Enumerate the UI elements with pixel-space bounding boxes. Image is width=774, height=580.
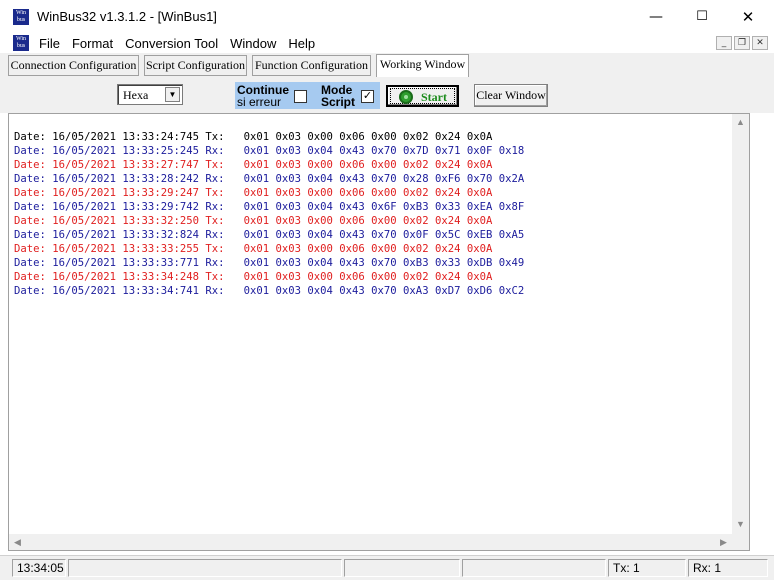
log-line: Date: 16/05/2021 13:33:28:242 Rx: 0x01 0… [14, 173, 525, 185]
continue-on-error-label-2: si erreur [237, 95, 282, 109]
logo-text-win: Win [15, 9, 27, 16]
mdi-minimize-button[interactable]: _ [716, 36, 732, 50]
scroll-down-icon[interactable]: ▼ [732, 516, 749, 533]
tab-bar: Connection Configuration Script Configur… [0, 53, 774, 77]
menu-logo-text-bus: bus [16, 43, 26, 49]
log-line: Date: 16/05/2021 13:33:25:245 Rx: 0x01 0… [14, 145, 525, 157]
mdi-close-button[interactable]: ✕ [752, 36, 768, 50]
menu-logo-text-win: Win [15, 36, 27, 42]
scroll-left-icon[interactable]: ◀ [9, 534, 26, 550]
winbus-logo-icon[interactable]: Win bus [13, 8, 29, 25]
scroll-up-icon[interactable]: ▲ [732, 114, 749, 131]
maximize-button[interactable]: ☐ [679, 0, 725, 33]
status-rx-count: Rx: 1 [688, 559, 768, 577]
status-tx-count: Tx: 1 [608, 559, 686, 577]
log-line: Date: 16/05/2021 13:33:34:248 Tx: 0x01 0… [14, 271, 493, 283]
close-button[interactable]: ✕ [725, 0, 771, 33]
options-panel: Continue si erreur Mode Script ✓ [235, 82, 380, 109]
status-bar: 13:34:05 Tx: 1 Rx: 1 [0, 555, 774, 580]
mdi-controls: _ ❐ ✕ [716, 36, 768, 50]
log-line: Date: 16/05/2021 13:33:33:255 Tx: 0x01 0… [14, 243, 493, 255]
vertical-scrollbar[interactable]: ▲ ▼ [732, 114, 749, 550]
tab-connection-configuration[interactable]: Connection Configuration [8, 55, 139, 76]
log-line: Date: 16/05/2021 13:33:34:741 Rx: 0x01 0… [14, 285, 525, 297]
tab-working-window[interactable]: Working Window [376, 54, 469, 77]
horizontal-scrollbar[interactable]: ◀ ▶ [8, 534, 750, 551]
script-mode-label-2: Script [321, 95, 356, 109]
minimize-button[interactable]: — [633, 0, 679, 33]
status-panel-empty-2 [344, 559, 460, 577]
tab-script-configuration[interactable]: Script Configuration [144, 55, 247, 76]
status-panel-empty-1 [68, 559, 342, 577]
chevron-down-icon[interactable]: ▼ [165, 87, 180, 102]
log-line: Date: 16/05/2021 13:33:27:747 Tx: 0x01 0… [14, 159, 493, 171]
format-select-value: Hexa [123, 88, 149, 102]
script-mode-checkbox[interactable]: ✓ [361, 90, 374, 103]
start-button-label: Start [421, 90, 447, 104]
log-line: Date: 16/05/2021 13:33:29:247 Tx: 0x01 0… [14, 187, 493, 199]
log-line: Date: 16/05/2021 13:33:32:250 Tx: 0x01 0… [14, 215, 493, 227]
status-panel-empty-3 [462, 559, 606, 577]
tab-function-configuration[interactable]: Function Configuration [252, 55, 371, 76]
scroll-right-icon[interactable]: ▶ [715, 534, 732, 550]
menu-conversion-tool[interactable]: Conversion Tool [119, 36, 224, 51]
menu-format[interactable]: Format [66, 36, 119, 51]
log-line: Date: 16/05/2021 13:33:24:745 Tx: 0x01 0… [14, 131, 493, 143]
status-time: 13:34:05 [12, 559, 66, 577]
start-green-icon [399, 90, 413, 104]
menu-file[interactable]: File [33, 36, 66, 51]
menu-help[interactable]: Help [282, 36, 321, 51]
format-select[interactable]: Hexa ▼ [117, 84, 183, 105]
log-content: Date: 16/05/2021 13:33:24:745 Tx: 0x01 0… [14, 130, 729, 298]
menu-bar: Win bus File Format Conversion Tool Wind… [0, 33, 774, 53]
clear-window-button[interactable]: Clear Window [474, 84, 548, 107]
continue-on-error-checkbox[interactable] [294, 90, 307, 103]
title-bar: Win bus WinBus32 v1.3.1.2 - [WinBus1] — … [0, 0, 774, 33]
mdi-restore-button[interactable]: ❐ [734, 36, 750, 50]
log-line: Date: 16/05/2021 13:33:32:824 Rx: 0x01 0… [14, 229, 525, 241]
menu-window[interactable]: Window [224, 36, 282, 51]
log-line: Date: 16/05/2021 13:33:33:771 Rx: 0x01 0… [14, 257, 525, 269]
window-title: WinBus32 v1.3.1.2 - [WinBus1] [37, 9, 217, 24]
document-winbus-icon[interactable]: Win bus [13, 35, 29, 51]
logo-text-bus: bus [16, 16, 26, 23]
log-line: Date: 16/05/2021 13:33:29:742 Rx: 0x01 0… [14, 201, 525, 213]
start-button[interactable]: Start [386, 85, 459, 107]
log-window[interactable]: Date: 16/05/2021 13:33:24:745 Tx: 0x01 0… [8, 113, 750, 551]
toolbar: Hexa ▼ Continue si erreur Mode Script ✓ … [0, 77, 774, 113]
